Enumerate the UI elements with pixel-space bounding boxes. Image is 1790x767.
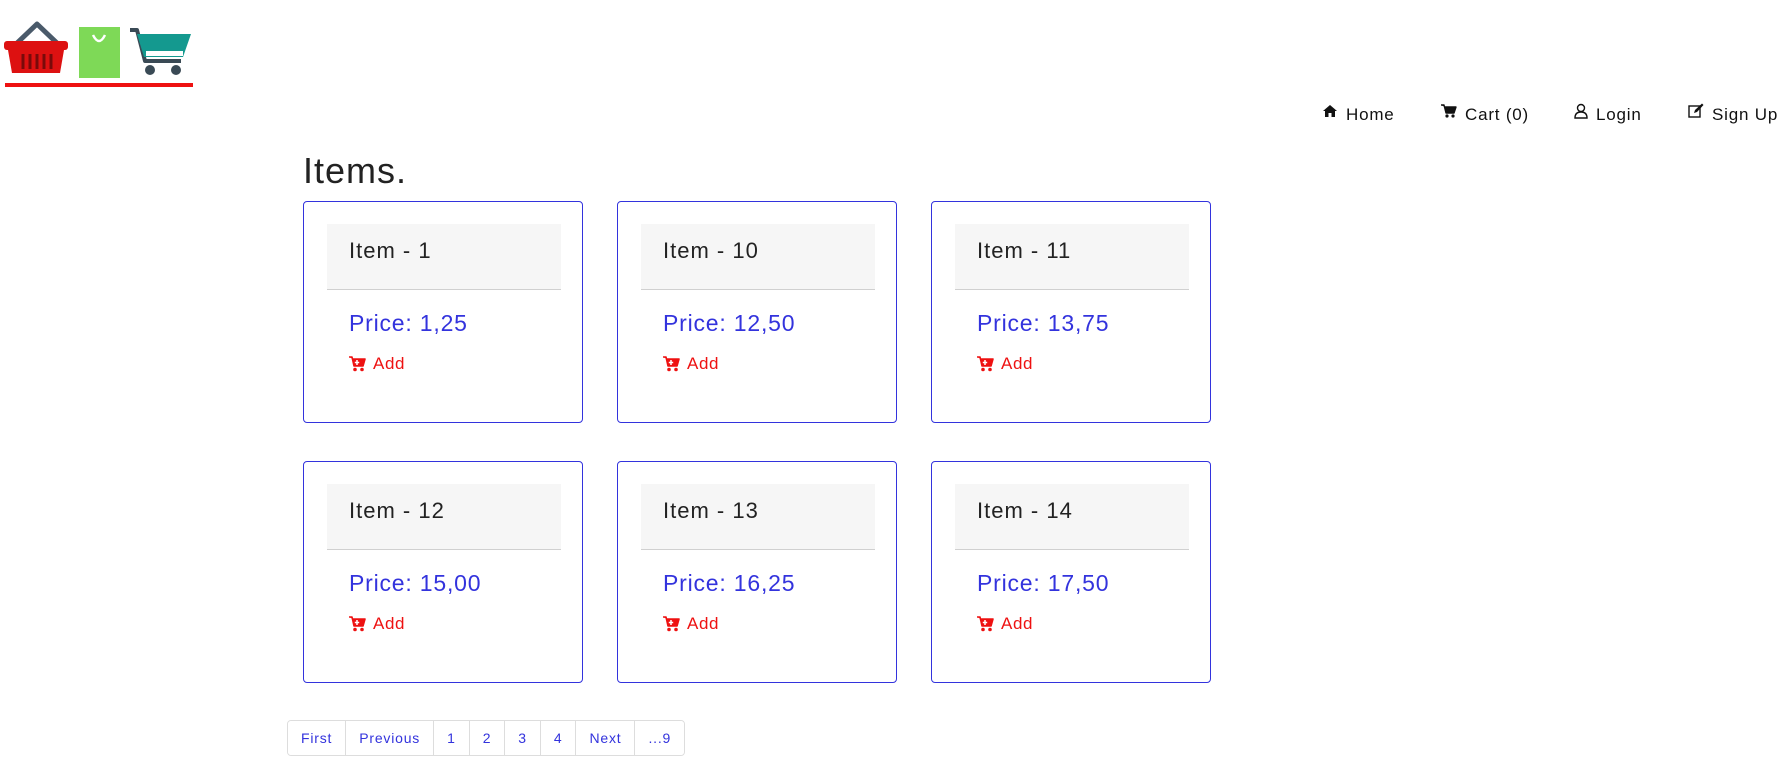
item-name: Item - 13 [663,498,759,523]
add-label: Add [1001,354,1034,373]
item-card: Item - 10 Price: 12,50 Add [617,201,897,423]
cart-plus-icon [349,616,366,632]
cart-icon [1441,103,1457,123]
home-icon [1322,103,1338,123]
item-name: Item - 11 [977,238,1072,263]
item-price: Price: 13,75 [977,310,1110,336]
item-price: Price: 16,25 [663,570,796,596]
card-header: Item - 12 [327,484,561,550]
item-price: Price: 15,00 [349,570,482,596]
user-icon [1574,103,1588,124]
add-to-cart-button[interactable]: Add [663,614,719,634]
nav-signup-label: Sign Up [1712,105,1779,124]
item-card: Item - 1 Price: 1,25 Add [303,201,583,423]
nav-cart[interactable]: Cart (0) [1441,103,1530,125]
add-to-cart-button[interactable]: Add [349,354,405,374]
add-to-cart-button[interactable]: Add [977,614,1033,634]
card-header: Item - 13 [641,484,875,550]
page-previous[interactable]: Previous [346,721,435,755]
page-2[interactable]: 2 [469,721,506,755]
item-name: Item - 14 [977,498,1073,523]
shopping-cart-icon [130,28,191,75]
nav-cart-label: Cart (0) [1465,105,1530,124]
item-price: Price: 17,50 [977,570,1110,596]
nav-signup[interactable]: Sign Up [1688,103,1779,125]
item-price: Price: 12,50 [663,310,796,336]
page-4[interactable]: 4 [540,721,577,755]
page-title: Items. [303,150,408,191]
card-header: Item - 10 [641,224,875,290]
nav-login-label: Login [1596,105,1642,124]
item-card: Item - 11 Price: 13,75 Add [931,201,1211,423]
item-card: Item - 14 Price: 17,50 Add [931,461,1211,683]
cart-plus-icon [977,616,994,632]
pagination: First Previous 1 2 3 4 Next ...9 [287,720,686,756]
card-header: Item - 11 [955,224,1189,290]
logo[interactable] [3,21,193,91]
nav-home[interactable]: Home [1322,105,1395,125]
page-1[interactable]: 1 [434,721,470,755]
item-name: Item - 12 [349,498,445,523]
cart-plus-icon [663,356,680,372]
item-name: Item - 1 [349,238,432,263]
add-label: Add [373,354,406,373]
nav-home-label: Home [1346,105,1395,124]
cart-plus-icon [663,616,680,632]
add-to-cart-button[interactable]: Add [663,354,719,374]
nav-login[interactable]: Login [1574,103,1642,125]
top-nav: Home Cart (0) Login Sign Up [0,103,1790,135]
edit-icon [1688,103,1704,123]
cart-plus-icon [349,356,366,372]
add-label: Add [1001,614,1034,633]
add-to-cart-button[interactable]: Add [977,354,1033,374]
shopping-bag-icon [79,27,120,78]
card-header: Item - 1 [327,224,561,290]
cart-plus-icon [977,356,994,372]
page-first[interactable]: First [288,721,347,755]
item-card: Item - 12 Price: 15,00 Add [303,461,583,683]
add-label: Add [373,614,406,633]
page-next[interactable]: Next [576,721,636,755]
add-to-cart-button[interactable]: Add [349,614,405,634]
item-name: Item - 10 [663,238,759,263]
add-label: Add [687,614,720,633]
item-card: Item - 13 Price: 16,25 Add [617,461,897,683]
page-3[interactable]: 3 [505,721,541,755]
card-header: Item - 14 [955,484,1189,550]
add-label: Add [687,354,720,373]
item-price: Price: 1,25 [349,310,468,336]
page-last[interactable]: ...9 [635,721,685,755]
basket-icon [4,21,68,73]
